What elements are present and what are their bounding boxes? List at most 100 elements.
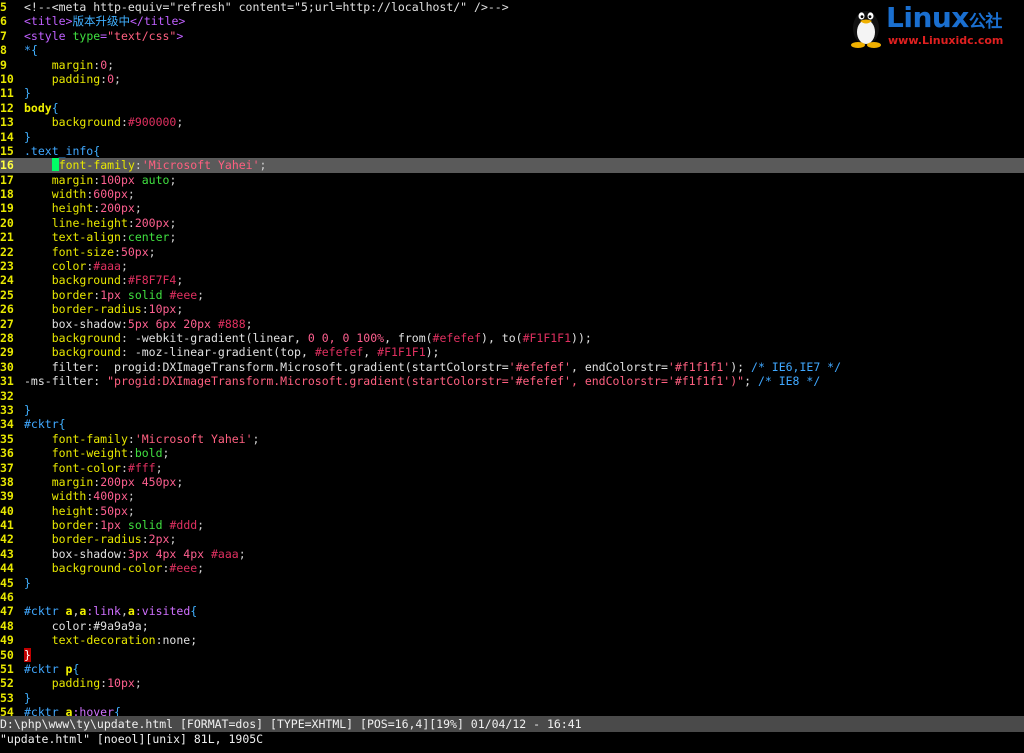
code-line[interactable]: 52 padding:10px; <box>0 676 1024 690</box>
code-line[interactable]: 32 <box>0 389 1024 403</box>
code-token: font-family <box>51 431 128 446</box>
code-line[interactable]: 48 color:#9a9a9a; <box>0 619 1024 633</box>
code-token: <title> <box>24 14 73 29</box>
code-token: 3px 4px 4px <box>127 546 205 561</box>
line-number: 26 <box>0 302 14 317</box>
watermark-brand: Linux公社 <box>886 2 1002 38</box>
code-token: auto <box>141 172 170 187</box>
code-token: } <box>24 129 31 144</box>
code-token: ; <box>169 532 177 547</box>
line-number: 50 <box>0 647 14 662</box>
code-line[interactable]: 9 margin:0; <box>0 58 1024 72</box>
code-token: margin <box>51 474 94 489</box>
code-line[interactable]: 38 margin:200px 450px; <box>0 475 1024 489</box>
code-line[interactable]: 23 color:#aaa; <box>0 259 1024 273</box>
code-line[interactable]: 22 font-size:50px; <box>0 245 1024 259</box>
line-number: 43 <box>0 546 14 561</box>
code-token: width <box>51 187 87 202</box>
code-line[interactable]: 35 font-family:'Microsoft Yahei'; <box>0 432 1024 446</box>
code-line[interactable]: 44 background-color:#eee; <box>0 561 1024 575</box>
code-line[interactable]: 30 filter: progid:DXImageTransform.Micro… <box>0 360 1024 374</box>
code-line[interactable]: 34 #cktr{ <box>0 417 1024 431</box>
code-token: : <box>114 244 121 259</box>
code-line[interactable]: 36 font-weight:bold; <box>0 446 1024 460</box>
code-token: #cktr <box>24 705 66 716</box>
code-line[interactable]: 27 box-shadow:5px 6px 20px #888; <box>0 317 1024 331</box>
code-line[interactable]: 45} <box>0 576 1024 590</box>
code-line[interactable]: 17 margin:100px auto; <box>0 173 1024 187</box>
line-text: } <box>24 130 31 144</box>
code-token: padding <box>51 71 101 86</box>
code-token: , endColorstr= <box>570 359 668 374</box>
code-token: .text_info <box>24 143 94 158</box>
code-token: : <box>120 460 128 475</box>
code-line[interactable]: 11} <box>0 86 1024 100</box>
line-text: } <box>24 403 31 417</box>
code-token: , from( <box>384 330 433 345</box>
code-line[interactable]: 43 box-shadow:3px 4px 4px #aaa; <box>0 547 1024 561</box>
code-line[interactable]: 46 <box>0 590 1024 604</box>
code-line[interactable]: 24 background:#F8F7F4; <box>0 273 1024 287</box>
code-line[interactable]: 47 #cktr a,a:link,a:visited{ <box>0 604 1024 618</box>
code-token: ; <box>120 259 128 274</box>
code-line[interactable]: 16 font-family:'Microsoft Yahei'; <box>0 158 1024 173</box>
editor-text-area[interactable]: 5 <!--<meta http-equiv="refresh" content=… <box>0 0 1024 716</box>
line-number: 39 <box>0 489 14 504</box>
code-line[interactable]: 50} <box>0 647 1024 662</box>
line-number: 22 <box>0 244 14 259</box>
code-line[interactable]: 53} <box>0 691 1024 705</box>
code-line[interactable]: 49 text-decoration:none; <box>0 633 1024 647</box>
line-number: 49 <box>0 633 14 648</box>
line-text: border:1px solid #eee; <box>24 288 204 302</box>
code-line[interactable]: 42 border-radius:2px; <box>0 532 1024 546</box>
code-token: text-align <box>51 230 121 245</box>
code-line[interactable]: 29 background: -moz-linear-gradient(top,… <box>0 345 1024 359</box>
code-line[interactable]: 33} <box>0 403 1024 417</box>
line-number: 15 <box>0 143 14 158</box>
code-line[interactable]: 25 border:1px solid #eee; <box>0 288 1024 302</box>
code-line[interactable]: 18 width:600px; <box>0 187 1024 201</box>
line-number: 31 <box>0 374 14 389</box>
code-line[interactable]: 40 height:50px; <box>0 504 1024 518</box>
line-number: 35 <box>0 431 14 446</box>
code-line[interactable]: 39 width:400px; <box>0 489 1024 503</box>
line-number: 53 <box>0 690 14 705</box>
line-text: font-size:50px; <box>24 245 156 259</box>
code-token: 版本升级中 <box>72 14 130 29</box>
code-line[interactable]: 26 border-radius:10px; <box>0 302 1024 316</box>
code-line[interactable]: 14} <box>0 130 1024 144</box>
command-line[interactable]: "update.html" [noeol][unix] 81L, 1905C <box>0 732 1024 753</box>
code-line[interactable]: 41 border:1px solid #ddd; <box>0 518 1024 532</box>
line-number: 24 <box>0 273 14 288</box>
code-line[interactable]: 54 #cktr a:hover{ <box>0 705 1024 716</box>
code-line[interactable]: 31 -ms-filter: "progid:DXImageTransform.M… <box>0 374 1024 388</box>
code-line[interactable]: 28 background: -webkit-gradient(linear, … <box>0 331 1024 345</box>
code-line[interactable]: 13 background:#900000; <box>0 115 1024 129</box>
site-watermark: Linux公社 www.Linuxidc.com <box>844 2 1022 48</box>
code-token: <style <box>24 28 73 43</box>
code-line[interactable]: 37 font-color:#fff; <box>0 461 1024 475</box>
code-token: ; <box>245 316 253 331</box>
code-line[interactable]: 12 body{ <box>0 101 1024 115</box>
code-line[interactable]: 20 line-height:200px; <box>0 216 1024 230</box>
line-number: 7 <box>0 28 7 43</box>
code-token: solid <box>127 518 163 533</box>
code-token: : <box>134 158 142 173</box>
code-token: #aaa <box>211 546 239 561</box>
code-token: 5px 6px 20px <box>127 316 211 331</box>
code-token: #F1F1F1 <box>377 345 426 360</box>
code-line[interactable]: 15 .text_info{ <box>0 144 1024 158</box>
code-line[interactable]: 19 height:200px; <box>0 201 1024 215</box>
code-line[interactable]: 10 padding:0; <box>0 72 1024 86</box>
code-token: font-size <box>51 244 115 259</box>
line-text: <style type="text/css"> <box>24 29 183 43</box>
text-cursor <box>51 158 59 172</box>
code-line[interactable]: 21 text-align:center; <box>0 230 1024 244</box>
line-text: border-radius:10px; <box>24 302 184 316</box>
code-line[interactable]: 51 #cktr p{ <box>0 662 1024 676</box>
